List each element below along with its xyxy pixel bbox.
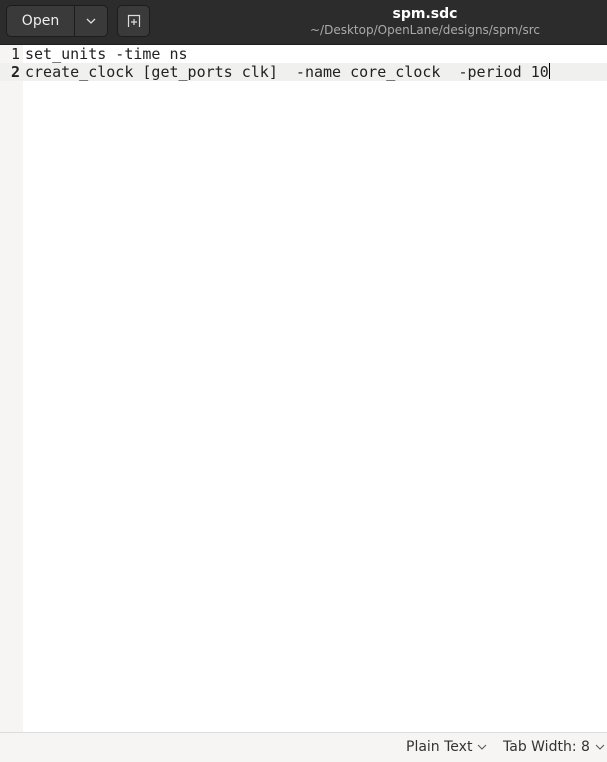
line-number-gutter bbox=[0, 45, 23, 732]
line-number: 1 bbox=[10, 45, 20, 63]
tab-width-label: Tab Width: 8 bbox=[503, 739, 590, 755]
chevron-down-icon bbox=[595, 744, 605, 750]
header-bar: Open spm.sdc ~/Desktop/OpenLane/designs/… bbox=[0, 0, 607, 45]
line-number: 2 bbox=[10, 63, 20, 81]
window-title: spm.sdc bbox=[392, 6, 458, 22]
editor-line-current[interactable]: 2 create_clock [get_ports clk] -name cor… bbox=[0, 63, 607, 81]
chevron-down-icon bbox=[478, 744, 487, 750]
status-bar: Plain Text Tab Width: 8 bbox=[0, 732, 607, 762]
line-text[interactable]: create_clock [get_ports clk] -name core_… bbox=[23, 63, 549, 81]
chevron-down-icon bbox=[86, 18, 96, 24]
language-selector[interactable]: Plain Text bbox=[406, 739, 487, 755]
new-tab-icon bbox=[127, 14, 140, 27]
open-dropdown-button[interactable] bbox=[74, 5, 108, 37]
line-text[interactable]: set_units -time ns bbox=[23, 45, 188, 63]
text-editor[interactable]: 1 set_units -time ns 2 create_clock [get… bbox=[0, 45, 607, 81]
new-tab-button[interactable] bbox=[117, 5, 150, 37]
open-button[interactable]: Open bbox=[6, 5, 75, 37]
file-path: ~/Desktop/OpenLane/designs/spm/src bbox=[310, 23, 540, 37]
language-label: Plain Text bbox=[406, 739, 473, 755]
tab-width-selector[interactable]: Tab Width: 8 bbox=[503, 739, 605, 755]
editor-line[interactable]: 1 set_units -time ns bbox=[0, 45, 607, 63]
text-cursor bbox=[548, 63, 550, 79]
